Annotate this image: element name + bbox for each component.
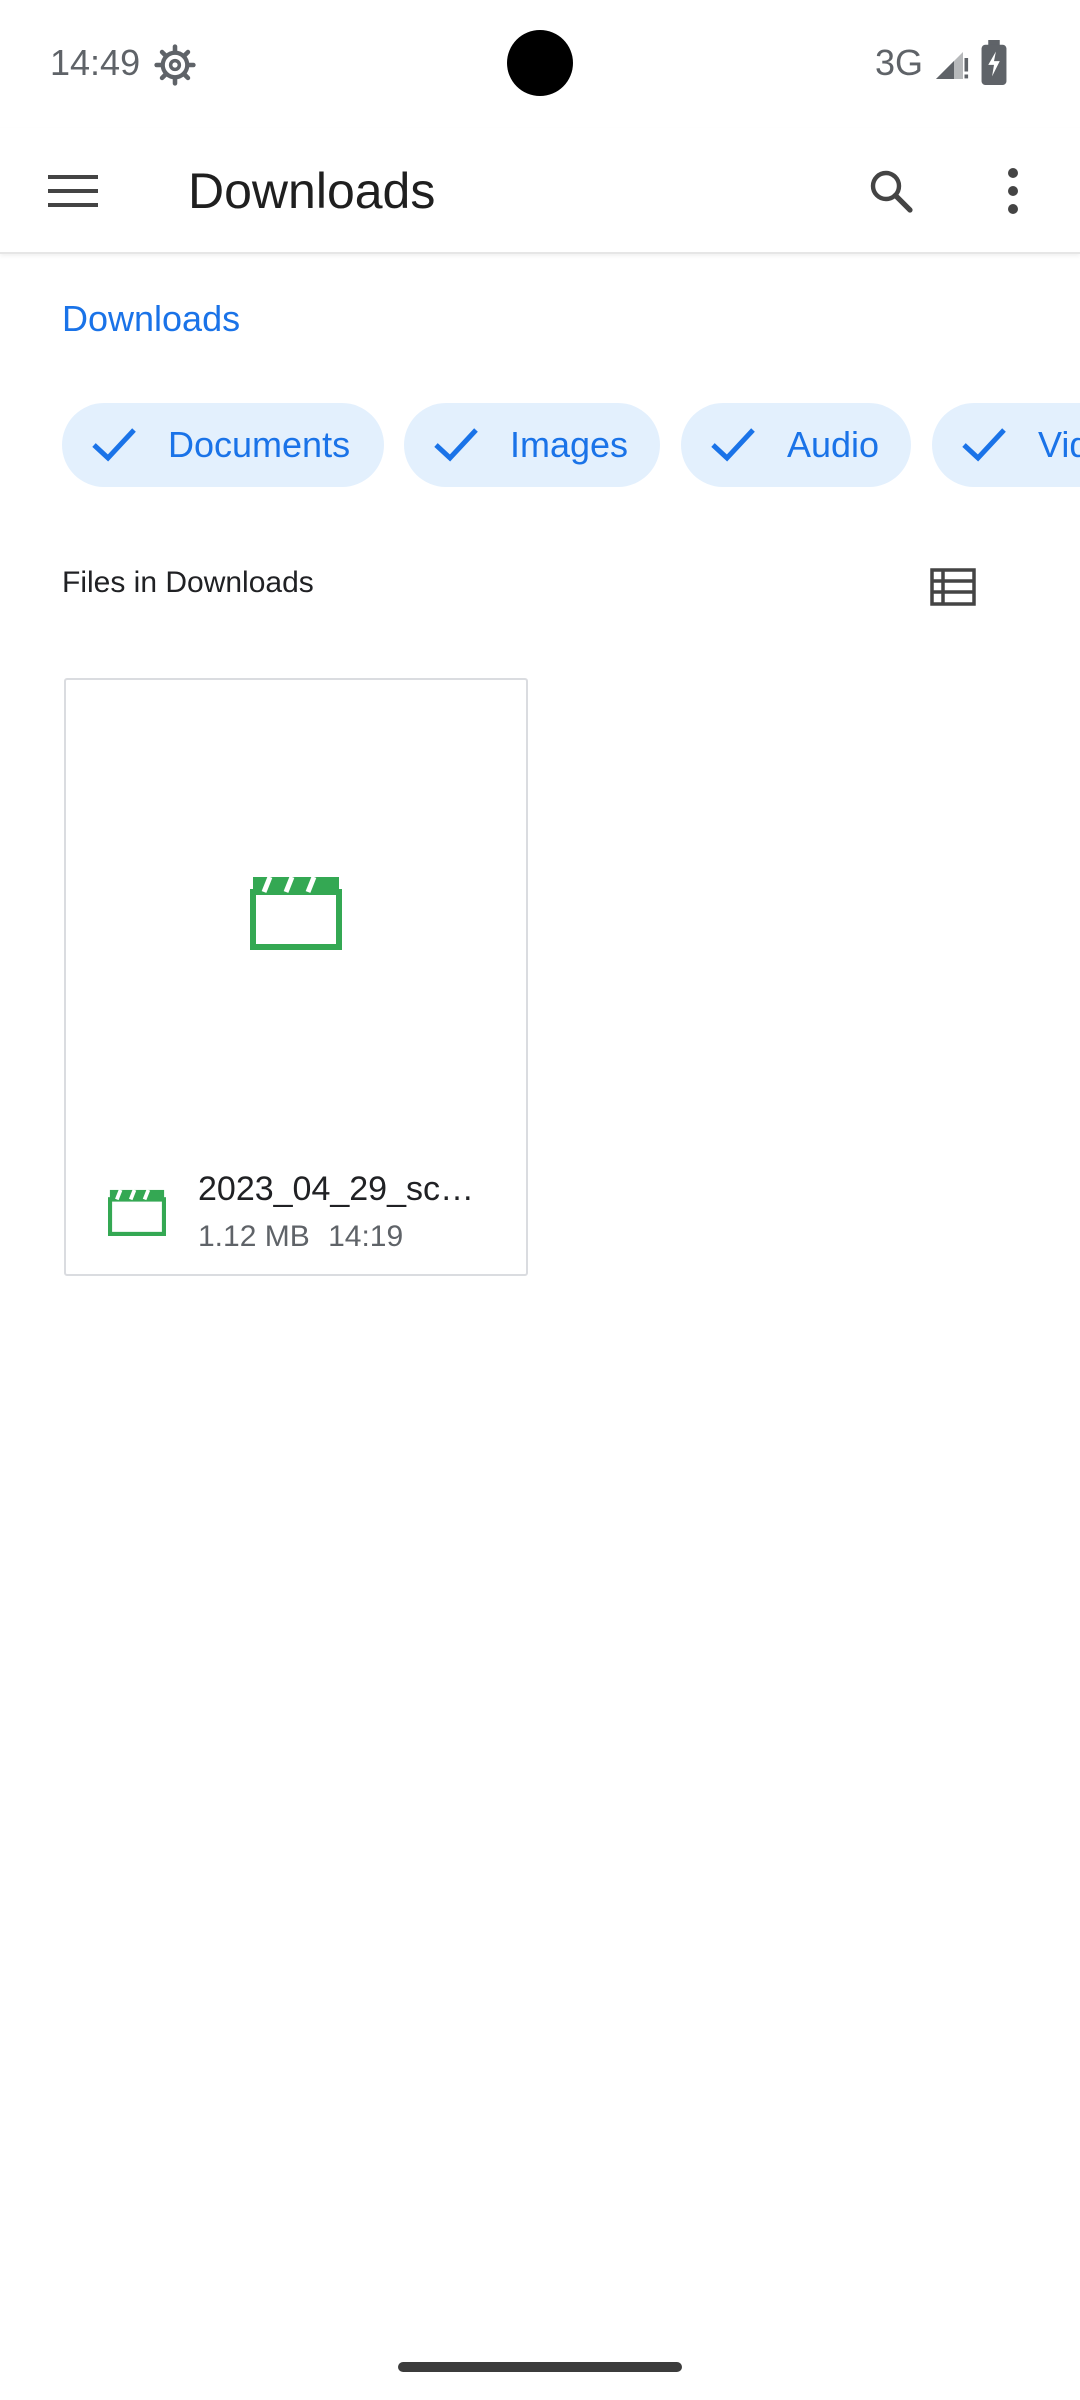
app-bar: Downloads <box>0 128 1080 254</box>
search-icon <box>870 170 913 213</box>
section-title: Files in Downloads <box>62 566 314 599</box>
chip-label: Images <box>510 424 629 465</box>
menu-button[interactable] <box>40 160 106 222</box>
check-icon <box>434 428 478 462</box>
battery-icon <box>981 40 1007 86</box>
search-button[interactable] <box>858 158 924 224</box>
signal-icon <box>936 52 969 79</box>
more-options-button[interactable] <box>980 158 1046 224</box>
file-size: 1.12 MB <box>198 1220 310 1253</box>
breadcrumb-downloads[interactable]: Downloads <box>62 298 240 340</box>
view-toggle-button[interactable] <box>922 560 984 614</box>
file-card[interactable]: 2023_04_29_sc… 1.12 MB 14:19 <box>64 678 528 1276</box>
network-type: 3G <box>875 42 924 83</box>
chip-videos[interactable]: Videos <box>932 403 1080 487</box>
chip-label: Videos <box>1038 424 1080 465</box>
chip-audio[interactable]: Audio <box>681 403 911 487</box>
chip-label: Audio <box>787 424 880 465</box>
camera-cutout <box>507 30 573 96</box>
video-file-icon <box>108 1189 166 1236</box>
check-icon <box>962 428 1006 462</box>
more-vert-icon <box>1008 168 1018 214</box>
home-indicator[interactable] <box>398 2362 682 2372</box>
check-icon <box>711 428 755 462</box>
filter-chips: Documents Images Audio Videos <box>62 403 1080 489</box>
status-bar: 14:49 3G <box>0 0 1080 128</box>
gear-icon <box>154 44 196 86</box>
file-name: 2023_04_29_sc… <box>198 1170 475 1208</box>
status-time: 14:49 <box>50 42 141 83</box>
page-title: Downloads <box>188 163 436 219</box>
screen: 14:49 3G Downloads Downloads Documents I… <box>0 0 1080 2400</box>
video-clapperboard-icon <box>250 876 342 950</box>
file-meta: 1.12 MB 14:19 <box>198 1220 403 1254</box>
file-time: 14:19 <box>328 1220 404 1253</box>
chip-images[interactable]: Images <box>404 403 660 487</box>
list-view-icon <box>930 568 976 606</box>
check-icon <box>92 428 136 462</box>
menu-icon <box>48 175 98 207</box>
chip-documents[interactable]: Documents <box>62 403 384 487</box>
chip-label: Documents <box>168 424 351 465</box>
